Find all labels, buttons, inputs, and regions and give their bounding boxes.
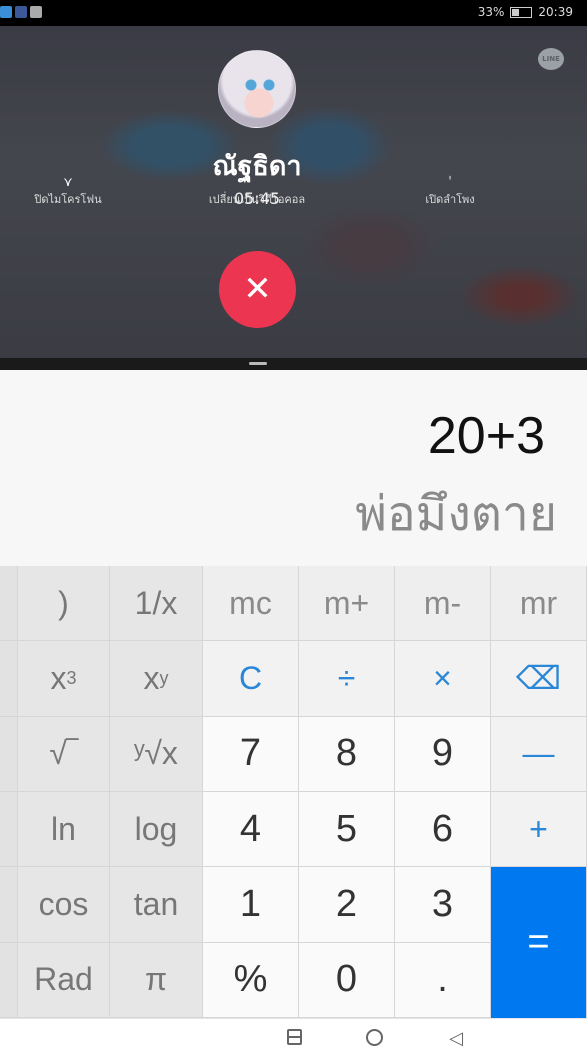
equals-key[interactable]: =: [491, 867, 587, 1018]
digit-0-key[interactable]: 0: [299, 942, 395, 1018]
microphone-icon: ⋎: [63, 175, 73, 190]
digit-7-key[interactable]: 7: [203, 716, 299, 792]
memory-recall-key[interactable]: mr: [491, 566, 587, 642]
keypad-edge: [0, 942, 18, 1018]
digit-1-key[interactable]: 1: [203, 867, 299, 943]
cube-key[interactable]: x3: [18, 641, 110, 717]
battery-percent: 33%: [477, 5, 505, 19]
memory-subtract-key[interactable]: m-: [395, 566, 491, 642]
cube-base: x: [50, 659, 67, 696]
keypad-edge: [0, 867, 18, 943]
app-notification-icon: [0, 6, 12, 18]
end-call-button[interactable]: ✕: [219, 251, 296, 328]
navigation-bar: ◁: [0, 1018, 587, 1058]
memory-clear-key[interactable]: mc: [203, 566, 299, 642]
digit-9-key[interactable]: 9: [395, 716, 491, 792]
keypad-edge: [0, 566, 18, 642]
keypad-edge: [0, 791, 18, 868]
clock: 20:39: [538, 5, 573, 19]
back-button[interactable]: ◁: [445, 1028, 467, 1050]
power-exponent: y: [159, 667, 169, 688]
backspace-key[interactable]: ⌫: [491, 641, 587, 717]
rparen-key[interactable]: ): [18, 566, 110, 642]
caller-avatar: [218, 50, 296, 128]
nth-root-key[interactable]: ʸ√x: [110, 716, 203, 792]
power-base: x: [143, 659, 160, 696]
recent-apps-button[interactable]: [283, 1028, 305, 1050]
backspace-icon: ⌫: [515, 660, 562, 697]
divider-handle[interactable]: [249, 362, 267, 365]
decimal-point-key[interactable]: .: [395, 942, 491, 1018]
calculator-display: 20+3 พ่อมึงตาย: [0, 370, 587, 566]
clear-key[interactable]: C: [203, 641, 299, 717]
home-button[interactable]: [363, 1028, 385, 1050]
divide-key[interactable]: ÷: [299, 641, 395, 717]
notification-icons: [0, 6, 42, 18]
keypad-edge: [0, 716, 18, 792]
ln-key[interactable]: ln: [18, 791, 110, 868]
image-notification-icon: [30, 6, 42, 18]
split-screen-divider[interactable]: [0, 358, 587, 370]
percent-key[interactable]: %: [203, 942, 299, 1018]
rad-key[interactable]: Rad: [18, 942, 110, 1018]
close-icon: ✕: [243, 269, 272, 309]
status-bar: 33% 20:39: [0, 0, 587, 26]
call-duration: 05:45: [233, 189, 281, 208]
home-icon: [365, 1029, 383, 1046]
line-app-icon[interactable]: LINE: [538, 48, 564, 70]
plus-key[interactable]: +: [491, 791, 587, 868]
memory-add-key[interactable]: m+: [299, 566, 395, 642]
calculator-keypad: ) 1/x mc m+ m- mr x3 xy C ÷ × ⌫ √‾ ʸ√x 7…: [0, 566, 587, 1018]
reciprocal-key[interactable]: 1/x: [110, 566, 203, 642]
expression-text: 20+3: [427, 407, 545, 465]
minus-key[interactable]: —: [491, 716, 587, 792]
digit-6-key[interactable]: 6: [395, 791, 491, 868]
square-root-key[interactable]: √‾: [18, 716, 110, 792]
tan-key[interactable]: tan: [110, 867, 203, 943]
digit-2-key[interactable]: 2: [299, 867, 395, 943]
digit-3-key[interactable]: 3: [395, 867, 491, 943]
video-icon: [197, 176, 317, 190]
battery-icon: [510, 6, 533, 18]
digit-8-key[interactable]: 8: [299, 716, 395, 792]
cos-key[interactable]: cos: [18, 867, 110, 943]
recent-apps-icon: [286, 1029, 302, 1045]
result-text: พ่อมึงตาย: [355, 486, 557, 542]
log-key[interactable]: log: [110, 791, 203, 868]
multiply-key[interactable]: ×: [395, 641, 491, 717]
cube-exponent: 3: [66, 667, 77, 688]
back-icon: ◁: [449, 1028, 463, 1049]
digit-5-key[interactable]: 5: [299, 791, 395, 868]
pi-key[interactable]: π: [110, 942, 203, 1018]
keypad-edge: [0, 641, 18, 717]
digit-4-key[interactable]: 4: [203, 791, 299, 868]
voice-call-panel: LINE ณัฐธิดา ⋎ ปิดไมโครโฟน เปลี่ยนเป็นวิ…: [0, 26, 587, 358]
facebook-icon: [15, 6, 27, 18]
speaker-icon: ˈ: [448, 175, 452, 190]
power-key[interactable]: xy: [110, 641, 203, 717]
